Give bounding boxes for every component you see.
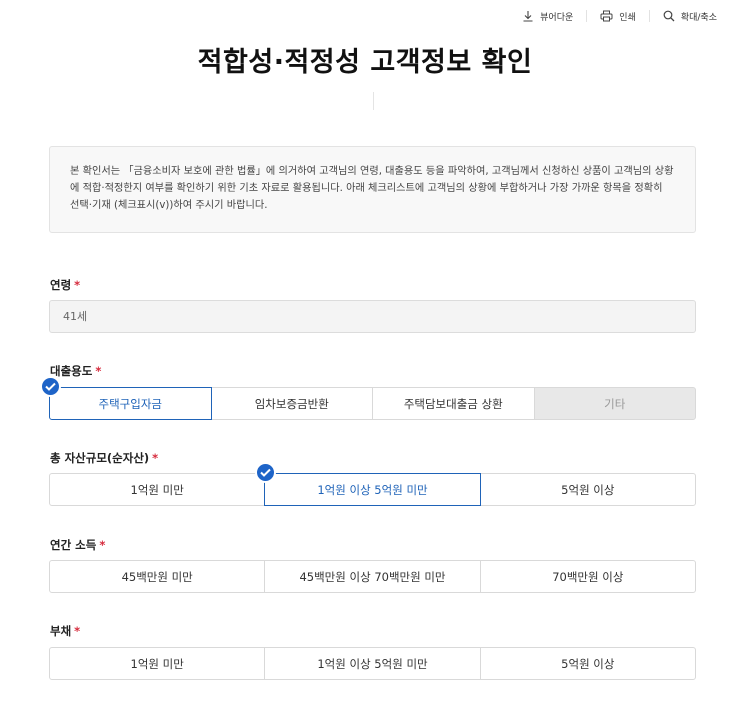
required-mark: * [74, 278, 81, 292]
required-mark: * [152, 451, 159, 465]
debt-section-label: 부채 * [50, 623, 80, 639]
option-label: 45백만원 미만 [121, 569, 193, 584]
option-label: 5억원 이상 [561, 482, 615, 497]
option-label: 1억원 이상 5억원 미만 [317, 482, 428, 497]
viewer-download-label: 뷰어다운 [540, 12, 574, 23]
option-label: 기타 [604, 396, 626, 411]
option-label: 5억원 이상 [561, 656, 615, 671]
top-toolbar: 뷰어다운 인쇄 확대/축소 [509, 6, 730, 26]
loan-purpose-option-other[interactable]: 기타 [533, 387, 696, 420]
option-label: 45백만원 이상 70백만원 미만 [299, 569, 446, 584]
loan-purpose-option-mortgage-repayment[interactable]: 주택담보대출금 상환 [372, 387, 535, 420]
annual-income-options: 45백만원 미만 45백만원 이상 70백만원 미만 70백만원 이상 [49, 560, 696, 593]
notice-box: 본 확인서는 「금융소비자 보호에 관한 법률」에 의거하여 고객님의 연령, … [49, 146, 696, 233]
annual-income-option-over-70m[interactable]: 70백만원 이상 [479, 560, 696, 593]
viewer-download-button[interactable]: 뷰어다운 [509, 10, 586, 23]
loan-purpose-label: 대출용도 [50, 364, 93, 378]
loan-purpose-option-home-purchase[interactable]: 주택구입자금 [40, 376, 212, 420]
option-label: 주택구입자금 [98, 396, 162, 411]
debt-label: 부채 [50, 624, 72, 638]
annual-income-label: 연간 소득 [50, 538, 97, 552]
option-label: 주택담보대출금 상환 [403, 396, 503, 411]
page-title: 적합성·적정성 고객정보 확인 [197, 47, 533, 78]
total-assets-option-over-500m[interactable]: 5억원 이상 [479, 473, 696, 506]
loan-purpose-section-label: 대출용도 * [50, 363, 101, 379]
option-label: 1억원 이상 5억원 미만 [317, 656, 428, 671]
debt-option-100m-500m[interactable]: 1억원 이상 5억원 미만 [264, 647, 481, 680]
print-label: 인쇄 [619, 12, 636, 23]
search-icon [663, 10, 675, 22]
option-label: 임차보증금반환 [254, 396, 329, 411]
required-mark: * [74, 624, 81, 638]
age-field: 41세 [49, 300, 696, 333]
annual-income-option-45m-70m[interactable]: 45백만원 이상 70백만원 미만 [264, 560, 481, 593]
annual-income-section-label: 연간 소득 * [50, 537, 105, 553]
debt-options: 1억원 미만 1억원 이상 5억원 미만 5억원 이상 [49, 647, 696, 680]
age-section-label: 연령 * [50, 277, 80, 293]
zoom-button[interactable]: 확대/축소 [650, 10, 730, 23]
download-icon [522, 10, 534, 22]
annual-income-option-under-45m[interactable]: 45백만원 미만 [49, 560, 266, 593]
total-assets-options: 1억원 미만 1억원 이상 5억원 미만 5억원 이상 [49, 462, 696, 506]
printer-icon [600, 10, 613, 22]
option-label: 1억원 미만 [130, 656, 184, 671]
check-icon [255, 462, 277, 483]
total-assets-label: 총 자산규모(순자산) [50, 451, 150, 465]
total-assets-option-100m-500m[interactable]: 1억원 이상 5억원 미만 [255, 462, 481, 506]
print-button[interactable]: 인쇄 [587, 10, 649, 23]
required-mark: * [99, 538, 106, 552]
option-label: 1억원 미만 [130, 482, 184, 497]
option-label: 70백만원 이상 [552, 569, 624, 584]
loan-purpose-option-deposit-return[interactable]: 임차보증금반환 [210, 387, 373, 420]
loan-purpose-options: 주택구입자금 임차보증금반환 주택담보대출금 상환 기타 [40, 376, 696, 420]
total-assets-section-label: 총 자산규모(순자산) * [50, 450, 158, 466]
age-label: 연령 [50, 278, 72, 292]
debt-option-over-500m[interactable]: 5억원 이상 [479, 647, 696, 680]
zoom-label: 확대/축소 [680, 12, 717, 23]
required-mark: * [95, 364, 102, 378]
debt-option-under-100m[interactable]: 1억원 미만 [49, 647, 266, 680]
check-icon [40, 376, 61, 397]
title-divider [373, 92, 374, 110]
total-assets-option-under-100m[interactable]: 1억원 미만 [49, 473, 266, 506]
